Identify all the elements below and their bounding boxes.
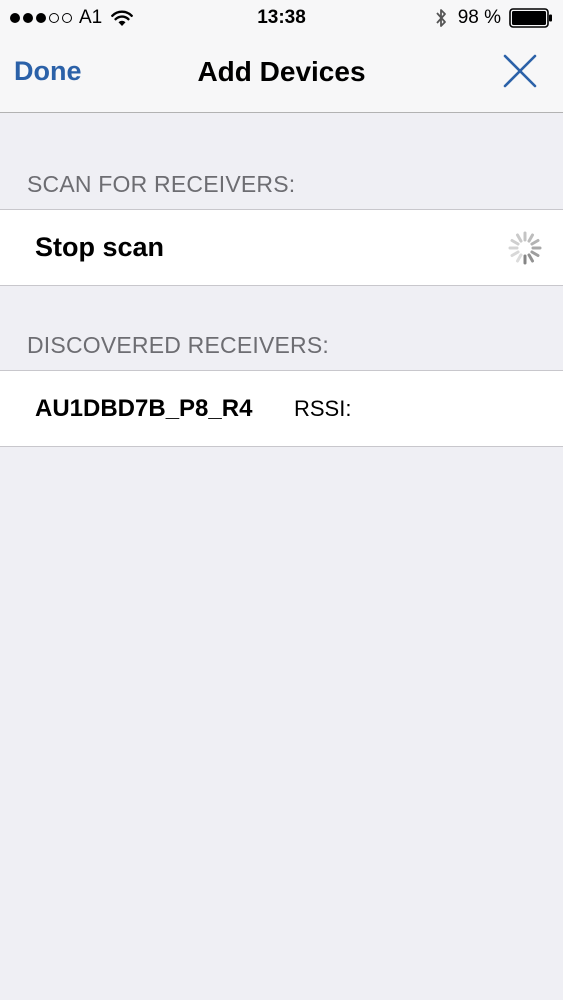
battery-icon [509,8,552,28]
rssi-label: RSSI: [294,396,352,421]
scan-section-header: SCAN FOR RECEIVERS: [27,171,296,197]
device-name: AU1DBD7B_P8_R4 [35,395,253,422]
discovered-section-header: DISCOVERED RECEIVERS: [27,332,329,358]
battery-percent: 98 % [457,7,501,28]
status-bar: A1 13:38 98 % [0,0,563,36]
stop-scan-cell[interactable]: Stop scan [0,209,563,286]
navigation-bar: Done Add Devices [0,36,563,113]
page-title: Add Devices [197,56,366,87]
spinner-icon [508,231,542,265]
status-right: 98 % [434,6,553,30]
close-icon[interactable] [501,52,539,90]
bluetooth-icon [436,9,446,27]
stop-scan-label: Stop scan [35,232,165,262]
device-row[interactable]: AU1DBD7B_P8_R4 RSSI: [0,370,563,447]
